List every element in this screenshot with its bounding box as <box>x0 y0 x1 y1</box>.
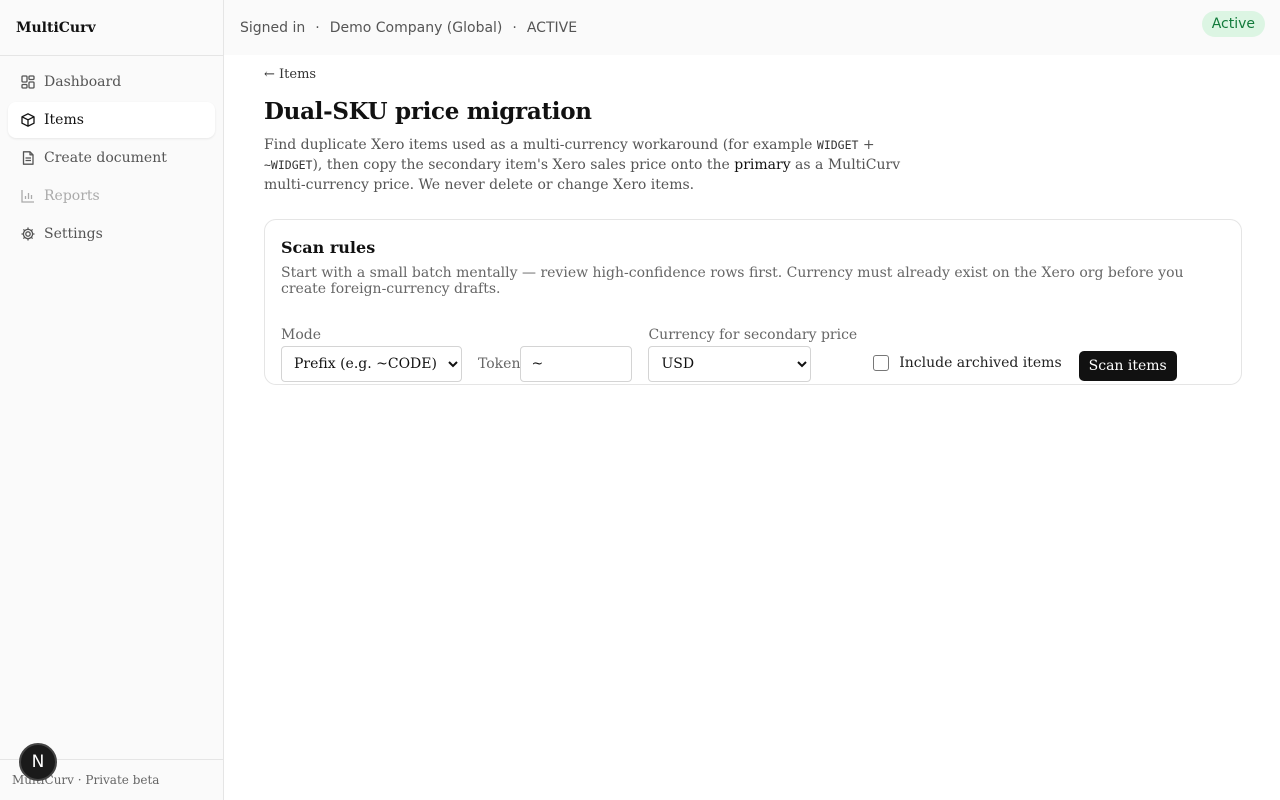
brand-logo[interactable]: MultiCurv <box>0 0 223 56</box>
sidebar-item-settings[interactable]: Settings <box>8 216 215 252</box>
desc-emphasis: primary <box>734 157 791 173</box>
sidebar-item-label: Reports <box>44 188 100 204</box>
desc-text: ), then copy the secondary item's Xero s… <box>312 157 735 173</box>
mode-select[interactable]: Prefix (e.g. ~CODE) <box>281 346 462 382</box>
cube-icon <box>21 113 35 127</box>
desc-text: + <box>858 137 875 153</box>
code-sample: ~WIDGET <box>264 158 313 172</box>
token-field: Token <box>478 346 633 382</box>
page-title: Dual-SKU price migration <box>264 98 592 125</box>
bar-chart-icon <box>21 190 34 203</box>
token-input[interactable] <box>520 346 633 382</box>
currency-field: Currency for secondary price USD <box>648 327 857 382</box>
separator: · <box>315 19 320 36</box>
assistant-launcher-button[interactable]: N <box>19 743 57 781</box>
signed-in-text: Signed in <box>240 19 306 36</box>
card-subtitle: Start with a small batch mentally — revi… <box>281 265 1184 297</box>
separator: · <box>512 19 517 36</box>
sidebar: MultiCurv Dashboard Items Create documen… <box>0 0 224 800</box>
sidebar-item-reports: Reports <box>8 178 215 214</box>
mode-field: Mode Prefix (e.g. ~CODE) <box>281 327 462 382</box>
sidebar-item-create-document[interactable]: Create document <box>8 140 215 176</box>
scan-form-row: Mode Prefix (e.g. ~CODE) Token Currency … <box>281 327 1225 382</box>
archived-label: Include archived items <box>899 355 1062 371</box>
status-badge: Active <box>1201 11 1265 37</box>
desc-text: Find duplicate Xero items used as a mult… <box>264 137 817 153</box>
scan-rules-card: Scan rules Start with a small batch ment… <box>264 219 1242 385</box>
code-sample: WIDGET <box>816 138 859 152</box>
sidebar-item-dashboard[interactable]: Dashboard <box>8 64 215 100</box>
org-name: Demo Company (Global) <box>329 19 503 36</box>
sidebar-item-label: Dashboard <box>44 74 122 90</box>
page-description: Find duplicate Xero items used as a mult… <box>264 135 924 195</box>
sidebar-item-items[interactable]: Items <box>8 102 215 138</box>
card-title: Scan rules <box>281 238 376 257</box>
scan-items-button[interactable]: Scan items <box>1078 351 1177 381</box>
currency-select[interactable]: USD <box>648 346 812 382</box>
gear-icon <box>21 227 35 241</box>
document-icon <box>22 151 34 165</box>
archived-checkbox-row[interactable]: Include archived items <box>873 346 1062 382</box>
dashboard-icon <box>21 75 35 89</box>
currency-label: Currency for secondary price <box>648 327 858 343</box>
top-bar: Signed in · Demo Company (Global) · ACTI… <box>224 0 1280 55</box>
sidebar-nav: Dashboard Items Create document Reports … <box>0 56 223 262</box>
sidebar-item-label: Settings <box>44 226 103 242</box>
mode-label: Mode <box>281 327 322 343</box>
main-content: ← Items Dual-SKU price migration Find du… <box>264 55 1242 385</box>
archived-checkbox[interactable] <box>873 355 890 371</box>
sidebar-item-label: Create document <box>44 150 167 166</box>
sidebar-item-label: Items <box>44 112 84 128</box>
org-status: ACTIVE <box>526 19 578 36</box>
token-label: Token <box>478 356 521 372</box>
back-link[interactable]: ← Items <box>264 67 316 82</box>
assistant-launcher-letter: N <box>31 752 45 772</box>
